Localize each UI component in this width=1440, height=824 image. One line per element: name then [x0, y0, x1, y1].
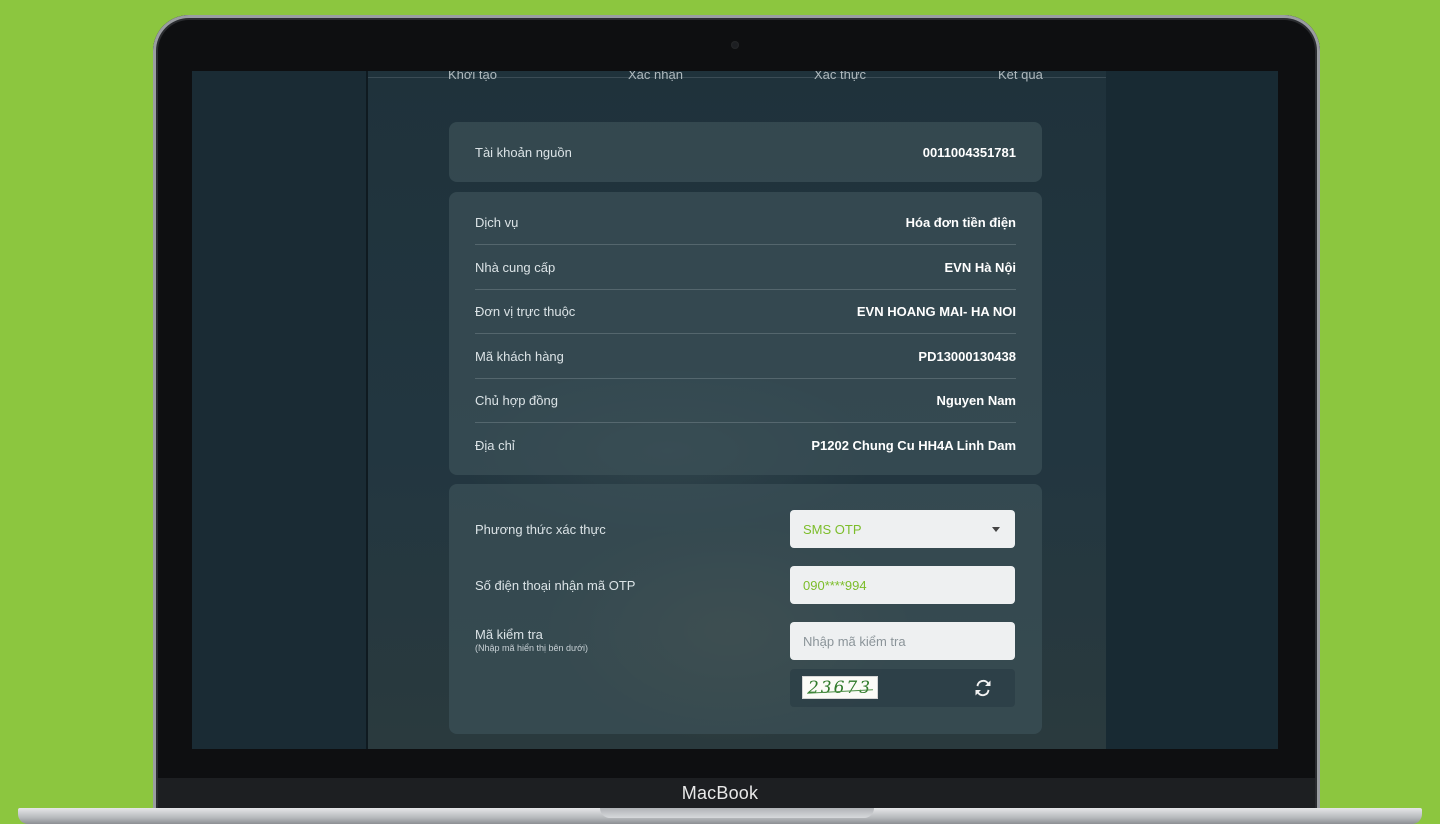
captcha-label: Mã kiểm tra	[475, 627, 543, 642]
otp-phone-value: 090****994	[803, 577, 867, 593]
captcha-row: 23673	[790, 669, 1015, 707]
detail-row-provider: Nhà cung cấp EVN Hà Nội	[475, 245, 1016, 289]
step-result: Kết quả	[998, 71, 1043, 82]
detail-row-unit: Đơn vị trực thuộc EVN HOANG MAI- HA NOI	[475, 289, 1016, 333]
captcha-input[interactable]: Nhập mã kiểm tra	[790, 622, 1015, 660]
auth-method-select[interactable]: SMS OTP	[790, 510, 1015, 548]
camera-icon	[731, 41, 739, 49]
detail-row-owner: Chủ hợp đồng Nguyen Nam	[475, 378, 1016, 422]
detail-label: Mã khách hàng	[475, 348, 564, 364]
captcha-image: 23673	[802, 676, 878, 699]
detail-label: Nhà cung cấp	[475, 259, 556, 275]
authentication-card: Phương thức xác thực SMS OTP Số điện tho…	[449, 484, 1042, 734]
otp-phone-field[interactable]: 090****994	[790, 566, 1015, 604]
left-panel	[192, 71, 366, 749]
detail-value: PD13000130438	[918, 348, 1016, 364]
detail-label: Chủ hợp đồng	[475, 392, 558, 408]
detail-value: EVN Hà Nội	[944, 259, 1016, 275]
auth-method-label: Phương thức xác thực	[475, 522, 606, 537]
detail-label: Dịch vụ	[475, 214, 519, 230]
screen: Khởi tạo Xác nhận Xác thực Kết quả Tài k…	[192, 71, 1278, 749]
step-confirm: Xác nhận	[628, 71, 683, 82]
detail-value: P1202 Chung Cu HH4A Linh Dam	[811, 437, 1016, 453]
caret-down-icon	[992, 527, 1000, 532]
refresh-icon[interactable]	[973, 678, 993, 698]
detail-label: Địa chỉ	[475, 437, 515, 453]
source-account-value: 0011004351781	[922, 144, 1016, 160]
captcha-placeholder: Nhập mã kiểm tra	[803, 633, 906, 649]
step-verify: Xác thực	[814, 71, 867, 82]
device-brand-label: MacBook	[681, 783, 759, 803]
detail-value: EVN HOANG MAI- HA NOI	[856, 303, 1016, 319]
captcha-hint: (Nhập mã hiển thị bên dưới)	[475, 643, 588, 653]
detail-label: Đơn vị trực thuộc	[475, 303, 576, 319]
detail-value: Hóa đơn tiền điện	[905, 214, 1016, 230]
detail-row-service: Dịch vụ Hóa đơn tiền điện	[475, 200, 1016, 244]
source-account-row: Tài khoản nguồn 0011004351781	[475, 130, 1016, 174]
detail-row-customer-code: Mã khách hàng PD13000130438	[475, 334, 1016, 378]
bill-details-card: Dịch vụ Hóa đơn tiền điện Nhà cung cấp E…	[449, 192, 1042, 475]
step-init: Khởi tạo	[448, 71, 497, 82]
detail-row-address: Địa chỉ P1202 Chung Cu HH4A Linh Dam	[475, 423, 1016, 467]
otp-phone-label: Số điện thoại nhận mã OTP	[475, 578, 636, 593]
right-panel	[1106, 71, 1278, 749]
auth-method-value: SMS OTP	[803, 521, 862, 537]
source-account-label: Tài khoản nguồn	[475, 144, 572, 160]
step-indicator: Khởi tạo Xác nhận Xác thực Kết quả	[448, 71, 1043, 85]
detail-value: Nguyen Nam	[936, 392, 1016, 408]
source-account-card: Tài khoản nguồn 0011004351781	[449, 122, 1042, 182]
laptop-notch	[600, 808, 874, 818]
